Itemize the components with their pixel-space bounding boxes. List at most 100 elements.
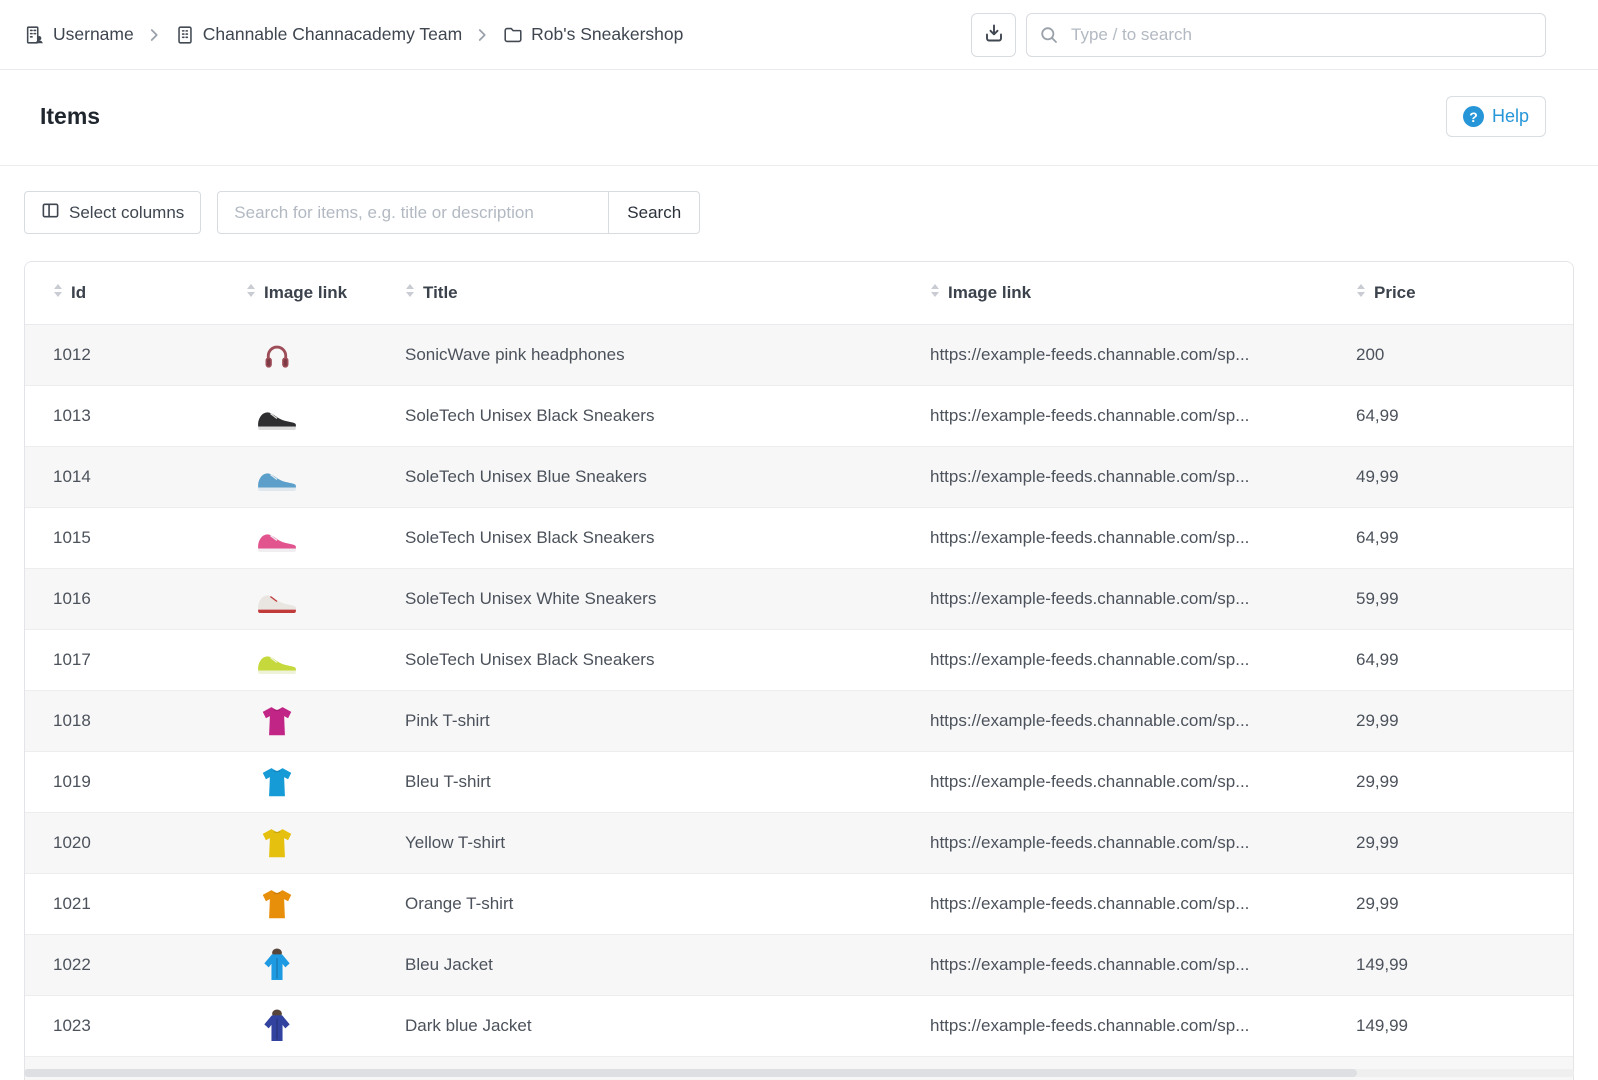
cell-price: 64,99 bbox=[1356, 528, 1399, 547]
cell-title: SoleTech Unisex Black Sneakers bbox=[405, 406, 654, 425]
topbar-actions bbox=[971, 13, 1546, 57]
items-search: Search bbox=[217, 191, 700, 234]
cell-price: 29,99 bbox=[1356, 772, 1399, 791]
items-search-button[interactable]: Search bbox=[608, 191, 700, 234]
product-image bbox=[254, 515, 300, 561]
cell-id: 1022 bbox=[53, 955, 91, 974]
global-search-input[interactable] bbox=[1026, 13, 1546, 57]
sort-icon bbox=[246, 283, 256, 303]
table-row[interactable]: 1020 Yellow T-shirt https://example-feed… bbox=[25, 812, 1573, 873]
columns-icon bbox=[41, 201, 60, 225]
column-header-image-link[interactable]: Image link bbox=[930, 262, 1356, 324]
column-header-id[interactable]: Id bbox=[25, 262, 246, 324]
breadcrumb-item-username[interactable]: Username bbox=[24, 24, 134, 46]
cell-id: 1020 bbox=[53, 833, 91, 852]
cell-id: 1018 bbox=[53, 711, 91, 730]
breadcrumb-item-project[interactable]: Rob's Sneakershop bbox=[502, 24, 683, 46]
cell-image-link: https://example-feeds.channable.com/sp..… bbox=[930, 1016, 1249, 1035]
items-search-input[interactable] bbox=[217, 191, 609, 234]
column-header-title[interactable]: Title bbox=[405, 262, 930, 324]
chevron-right-icon bbox=[145, 26, 163, 44]
table-row[interactable]: 1021 Orange T-shirt https://example-feed… bbox=[25, 873, 1573, 934]
select-columns-label: Select columns bbox=[69, 203, 184, 223]
column-header-price[interactable]: Price bbox=[1356, 262, 1573, 324]
items-table: Id Image link Title bbox=[24, 261, 1574, 1080]
table-row[interactable]: 1022 Bleu Jacket https://example-feeds.c… bbox=[25, 934, 1573, 995]
cell-id: 1019 bbox=[53, 772, 91, 791]
product-image bbox=[254, 332, 300, 378]
product-image bbox=[254, 393, 300, 439]
product-image bbox=[254, 942, 300, 988]
cell-title: SoleTech Unisex Blue Sneakers bbox=[405, 467, 647, 486]
cell-image-link: https://example-feeds.channable.com/sp..… bbox=[930, 650, 1249, 669]
breadcrumb-item-team[interactable]: Channable Channacademy Team bbox=[174, 24, 462, 46]
help-button[interactable]: ? Help bbox=[1446, 96, 1546, 137]
download-icon bbox=[982, 21, 1006, 48]
table-row[interactable]: 1013 SoleTech Unisex Black Sneakers http… bbox=[25, 385, 1573, 446]
download-button[interactable] bbox=[971, 13, 1016, 57]
column-header-image[interactable]: Image link bbox=[246, 262, 405, 324]
sort-icon bbox=[53, 283, 63, 303]
table-row[interactable]: 1017 SoleTech Unisex Black Sneakers http… bbox=[25, 629, 1573, 690]
column-label: Image link bbox=[264, 283, 347, 303]
product-image bbox=[254, 637, 300, 683]
cell-title: Orange T-shirt bbox=[405, 894, 513, 913]
cell-id: 1013 bbox=[53, 406, 91, 425]
cell-price: 200 bbox=[1356, 345, 1384, 364]
global-search bbox=[1026, 13, 1546, 57]
table-body: 1012 SonicWave pink headphones https://e… bbox=[25, 324, 1573, 1080]
help-icon: ? bbox=[1463, 106, 1484, 127]
cell-image-link: https://example-feeds.channable.com/sp..… bbox=[930, 894, 1249, 913]
cell-id: 1012 bbox=[53, 345, 91, 364]
select-columns-button[interactable]: Select columns bbox=[24, 191, 201, 234]
product-image bbox=[254, 820, 300, 866]
product-image bbox=[254, 759, 300, 805]
cell-id: 1017 bbox=[53, 650, 91, 669]
cell-price: 49,99 bbox=[1356, 467, 1399, 486]
sort-icon bbox=[405, 283, 415, 303]
column-label: Title bbox=[423, 283, 458, 303]
cell-price: 149,99 bbox=[1356, 1016, 1408, 1035]
table-row[interactable]: 1023 Dark blue Jacket https://example-fe… bbox=[25, 995, 1573, 1056]
search-icon bbox=[1039, 25, 1059, 45]
cell-title: SoleTech Unisex White Sneakers bbox=[405, 589, 656, 608]
cell-title: SoleTech Unisex Black Sneakers bbox=[405, 528, 654, 547]
top-bar: Username Channable Channacademy Team bbox=[0, 0, 1598, 70]
table-row[interactable]: 1019 Bleu T-shirt https://example-feeds.… bbox=[25, 751, 1573, 812]
cell-price: 59,99 bbox=[1356, 589, 1399, 608]
product-image bbox=[254, 1003, 300, 1049]
cell-id: 1014 bbox=[53, 467, 91, 486]
scrollbar-thumb[interactable] bbox=[24, 1069, 1357, 1077]
cell-price: 149,99 bbox=[1356, 955, 1408, 974]
cell-image-link: https://example-feeds.channable.com/sp..… bbox=[930, 467, 1249, 486]
chevron-right-icon bbox=[473, 26, 491, 44]
horizontal-scrollbar[interactable] bbox=[24, 1069, 1574, 1077]
page-header: Items ? Help bbox=[0, 70, 1598, 166]
cell-id: 1016 bbox=[53, 589, 91, 608]
breadcrumb: Username Channable Channacademy Team bbox=[24, 24, 683, 46]
organization-icon bbox=[24, 24, 46, 46]
column-label: Price bbox=[1374, 283, 1416, 303]
cell-title: Dark blue Jacket bbox=[405, 1016, 532, 1035]
product-image bbox=[254, 881, 300, 927]
product-image bbox=[254, 576, 300, 622]
table-row[interactable]: 1014 SoleTech Unisex Blue Sneakers https… bbox=[25, 446, 1573, 507]
cell-price: 29,99 bbox=[1356, 711, 1399, 730]
table-row[interactable]: 1012 SonicWave pink headphones https://e… bbox=[25, 324, 1573, 385]
table-row[interactable]: 1018 Pink T-shirt https://example-feeds.… bbox=[25, 690, 1573, 751]
cell-id: 1015 bbox=[53, 528, 91, 547]
cell-image-link: https://example-feeds.channable.com/sp..… bbox=[930, 772, 1249, 791]
sort-icon bbox=[1356, 283, 1366, 303]
cell-title: Bleu T-shirt bbox=[405, 772, 491, 791]
folder-icon bbox=[502, 24, 524, 46]
cell-image-link: https://example-feeds.channable.com/sp..… bbox=[930, 955, 1249, 974]
table-row[interactable]: 1016 SoleTech Unisex White Sneakers http… bbox=[25, 568, 1573, 629]
cell-title: Bleu Jacket bbox=[405, 955, 493, 974]
cell-price: 64,99 bbox=[1356, 650, 1399, 669]
breadcrumb-label: Rob's Sneakershop bbox=[531, 24, 683, 45]
table-row[interactable]: 1015 SoleTech Unisex Black Sneakers http… bbox=[25, 507, 1573, 568]
cell-title: Yellow T-shirt bbox=[405, 833, 505, 852]
breadcrumb-label: Channable Channacademy Team bbox=[203, 24, 462, 45]
help-label: Help bbox=[1492, 106, 1529, 127]
page-title: Items bbox=[40, 103, 100, 130]
